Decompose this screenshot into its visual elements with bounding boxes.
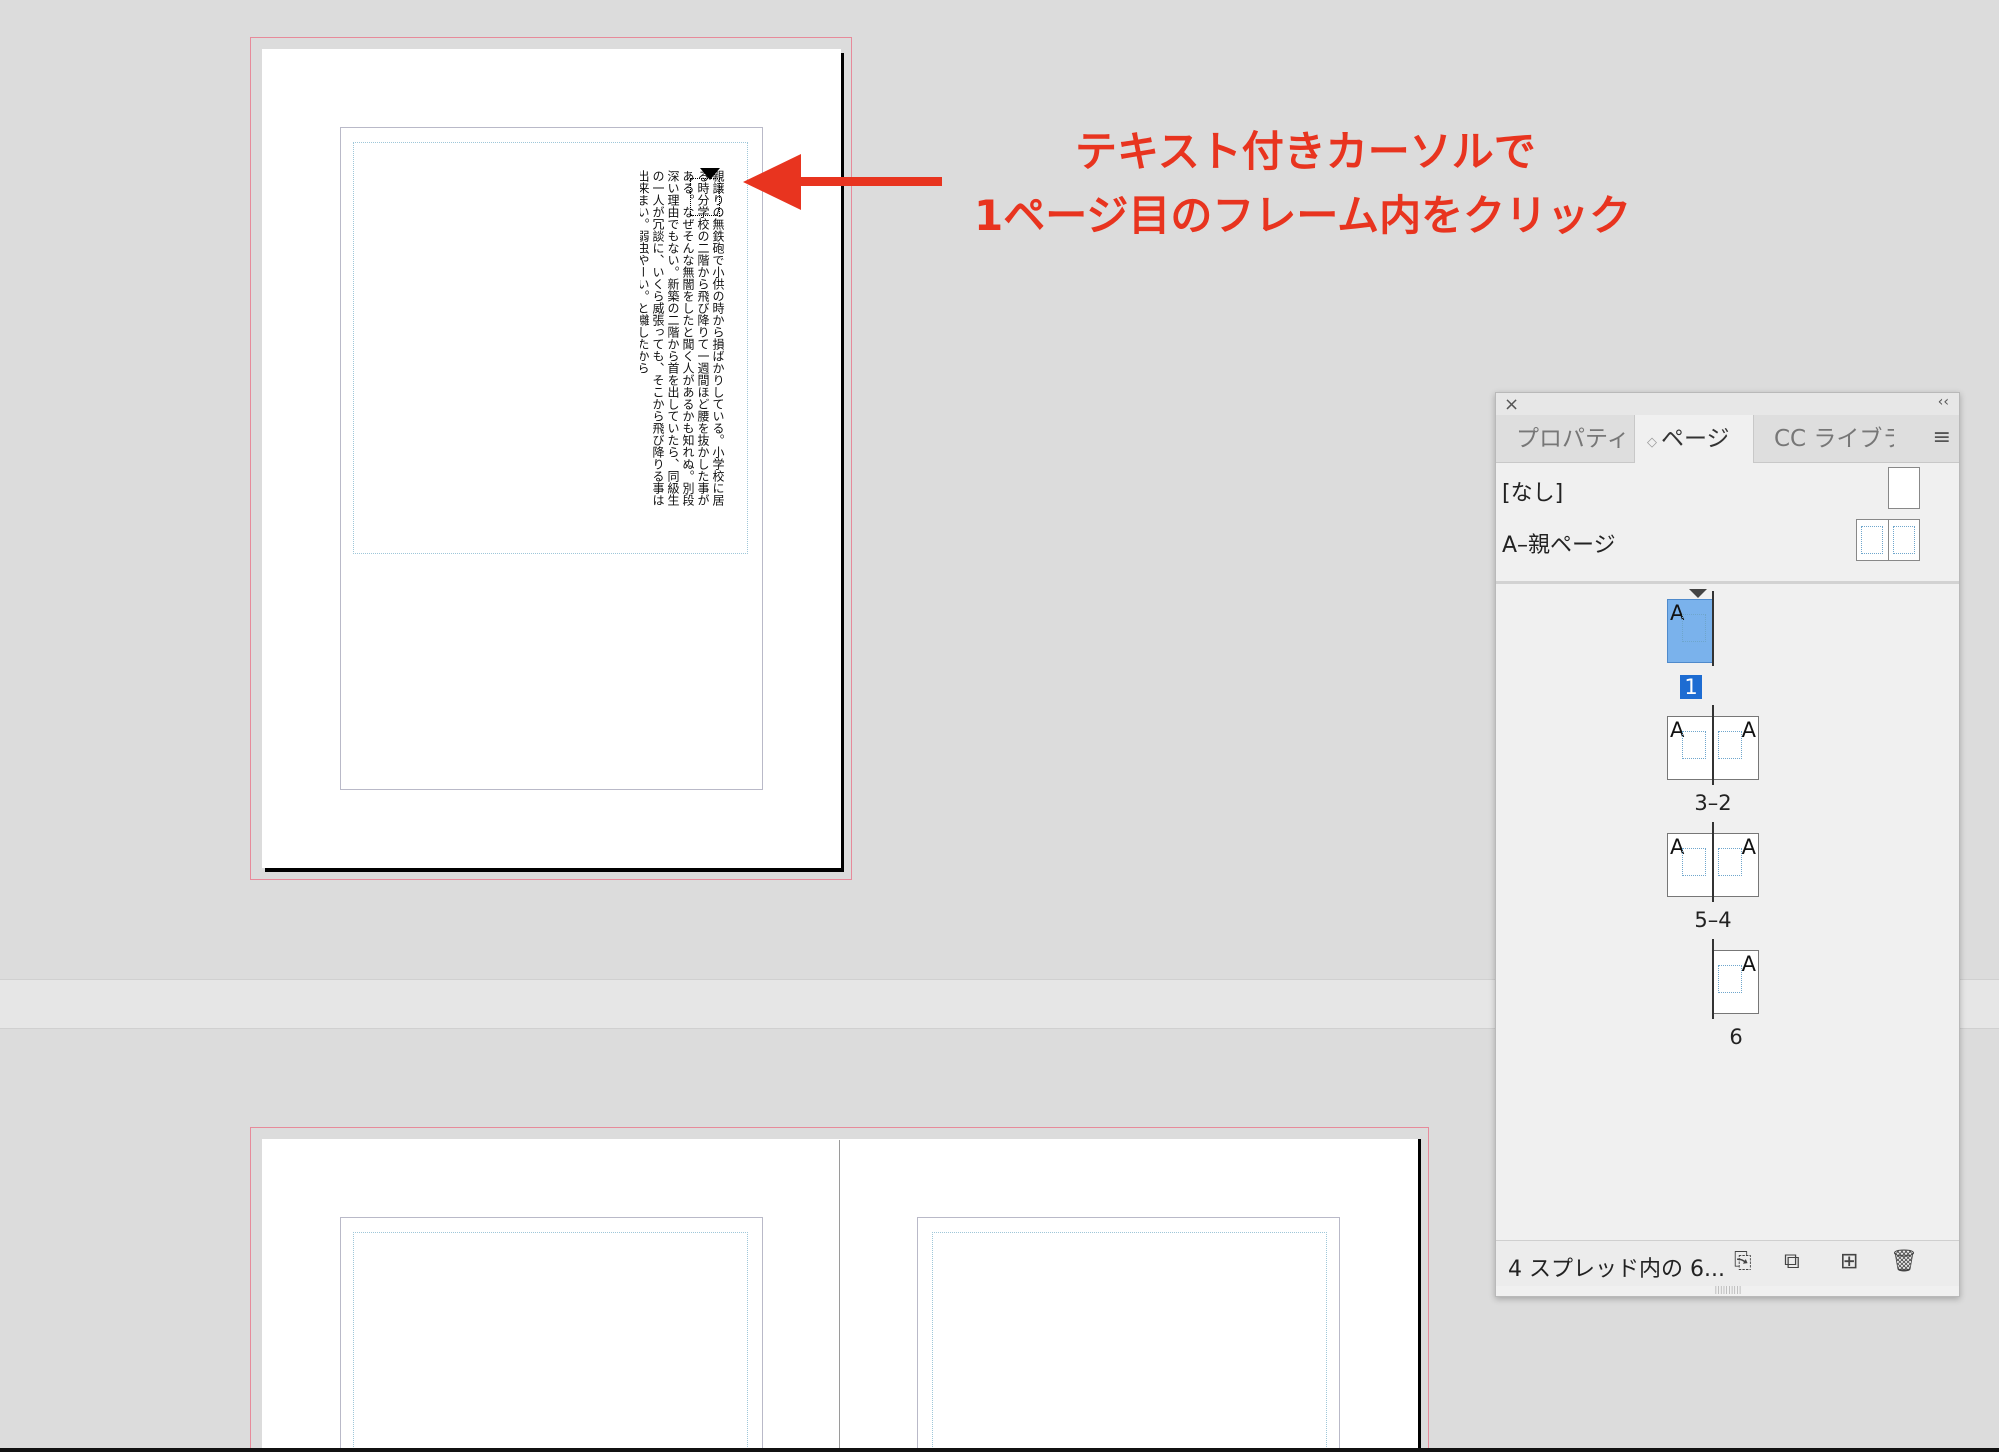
spine <box>1712 822 1714 902</box>
tab-cc-libraries[interactable]: CC ライブラ <box>1754 415 1894 463</box>
parent-none-thumbnail <box>1888 467 1920 509</box>
page-settings-icon[interactable]: ⧉ <box>1784 1249 1800 1274</box>
parent-a-thumbnail <box>1856 519 1920 561</box>
panel-titlebar: × ‹‹ <box>1496 393 1959 415</box>
spread-count-status: 4 スプレッド内の 6... <box>1508 1257 1725 1282</box>
spread-fold <box>839 1140 840 1452</box>
thumb-margin <box>1682 614 1706 642</box>
thumb-margin <box>1718 848 1742 876</box>
annotation-line-2: 1ページ目のフレーム内をクリック <box>974 191 1632 240</box>
page-thumb-1[interactable]: A <box>1667 599 1713 663</box>
trash-icon[interactable]: 🗑 <box>1890 1249 1918 1274</box>
resize-grip[interactable]: |||||||||| <box>1708 1286 1748 1294</box>
spine <box>1712 705 1714 785</box>
panel-divider <box>1496 581 1959 584</box>
new-page-icon[interactable]: ⊞ <box>1840 1249 1858 1274</box>
spine <box>1712 939 1714 1019</box>
arrow-shaft <box>790 177 942 186</box>
panel-tabs: プロパティ ◇ ページ CC ライブラ ≡ <box>1496 415 1959 463</box>
page-thumb-2-parent: A <box>1741 718 1756 742</box>
spine <box>1712 591 1714 666</box>
spread-left-frame[interactable] <box>353 1232 748 1452</box>
tab-properties[interactable]: プロパティ <box>1496 415 1634 463</box>
updown-icon: ◇ <box>1647 435 1657 450</box>
page-thumb-2[interactable]: A <box>1713 716 1759 780</box>
spread-marker-icon <box>1689 589 1707 598</box>
panel-footer: 4 スプレッド内の 6... ⎘ ⧉ ⊞ 🗑 <box>1496 1240 1959 1286</box>
thumb-margin <box>1861 526 1883 554</box>
parent-a-row[interactable]: A–親ページ <box>1496 515 1959 567</box>
text-cursor-box <box>690 178 720 216</box>
page-thumb-4-parent: A <box>1741 835 1756 859</box>
tab-pages[interactable]: ◇ ページ <box>1634 415 1754 463</box>
page-label-1-text: 1 <box>1680 675 1702 699</box>
page-label-5-4: 5–4 <box>1694 908 1732 932</box>
thumb-margin <box>1718 731 1742 759</box>
spread-right-frame[interactable] <box>932 1232 1327 1452</box>
canvas-bottom-edge <box>0 1448 1999 1452</box>
frame-vertical-text: 親譲りの無鉄砲で小供の時から損ばかりしている。小学校に居る時分学校の二階から飛び… <box>640 170 725 506</box>
thumb-margin <box>1718 965 1742 993</box>
tab-pages-label: ページ <box>1661 426 1730 452</box>
panel-menu-icon[interactable]: ≡ <box>1933 425 1951 450</box>
parent-none-row[interactable]: [なし] <box>1496 463 1959 515</box>
page-thumb-6[interactable]: A <box>1713 950 1759 1014</box>
parent-none-label: [なし] <box>1502 481 1564 506</box>
edit-page-size-icon[interactable]: ⎘ <box>1734 1249 1752 1274</box>
collapse-icon[interactable]: ‹‹ <box>1938 394 1949 410</box>
page-label-6: 6 <box>1729 1025 1743 1049</box>
page-thumb-5[interactable]: A <box>1667 833 1713 897</box>
thumb-margin <box>1893 526 1915 554</box>
page-label-1: 1 <box>1651 675 1731 699</box>
page-thumb-4[interactable]: A <box>1713 833 1759 897</box>
annotation-line-1: テキスト付きカーソルで <box>1075 127 1536 176</box>
thumb-margin <box>1682 848 1706 876</box>
close-icon[interactable]: × <box>1504 394 1519 415</box>
text-cursor-icon <box>700 168 720 180</box>
thumb-margin <box>1682 731 1706 759</box>
parent-a-label: A–親ページ <box>1502 533 1616 558</box>
page-thumb-6-parent: A <box>1741 952 1756 976</box>
pages-panel: × ‹‹ プロパティ ◇ ページ CC ライブラ ≡ [なし] A–親ページ A … <box>1495 392 1960 1297</box>
page-label-3-2: 3–2 <box>1694 791 1732 815</box>
page-thumb-3[interactable]: A <box>1667 716 1713 780</box>
